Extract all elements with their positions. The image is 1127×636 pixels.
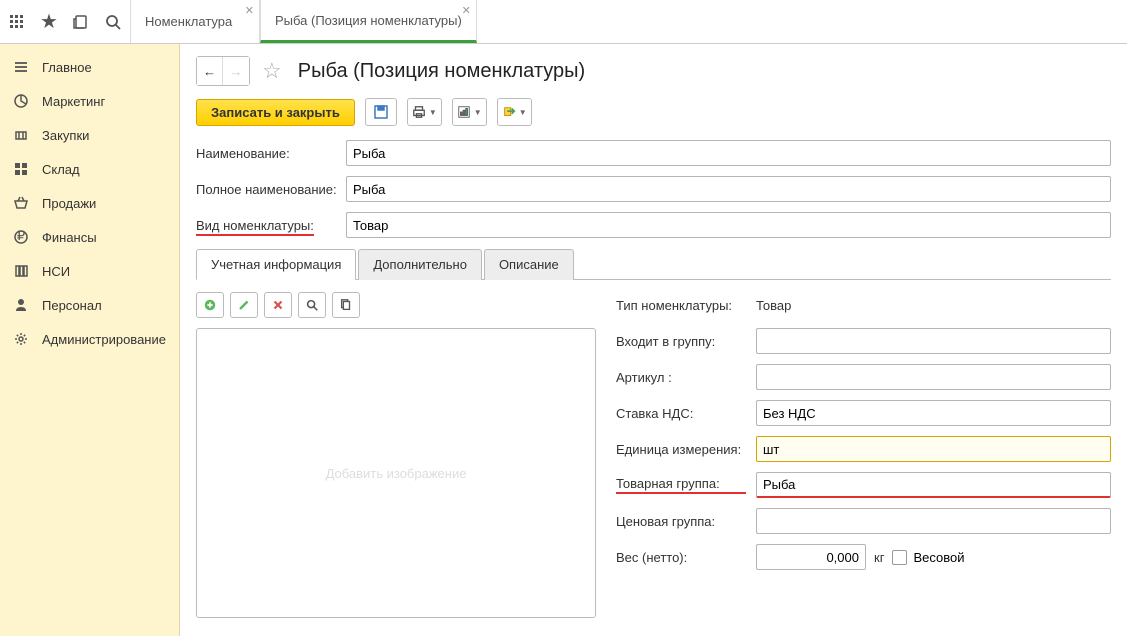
page-title: Рыба (Позиция номенклатуры) bbox=[298, 60, 585, 83]
search-icon[interactable] bbox=[104, 13, 122, 31]
sidebar-item-admin[interactable]: Администрирование bbox=[0, 322, 179, 356]
sidebar-item-label: Продажи bbox=[42, 196, 96, 211]
weight-input[interactable] bbox=[756, 544, 866, 570]
sidebar-item-label: Закупки bbox=[42, 128, 89, 143]
add-image-button[interactable] bbox=[196, 292, 224, 318]
menu-icon bbox=[12, 58, 30, 76]
toolbar: Записать и закрыть ▼ ▼ ▼ bbox=[196, 98, 1111, 126]
print-button[interactable]: ▼ bbox=[407, 98, 442, 126]
tab-label: Рыба (Позиция номенклатуры) bbox=[275, 13, 462, 28]
cart-icon bbox=[12, 126, 30, 144]
more-image-button[interactable] bbox=[332, 292, 360, 318]
dropdown-icon: ▼ bbox=[519, 108, 527, 117]
save-button[interactable] bbox=[365, 98, 397, 126]
sidebar-item-label: Финансы bbox=[42, 230, 97, 245]
image-panel: Добавить изображение bbox=[196, 292, 596, 618]
sidebar-item-label: Маркетинг bbox=[42, 94, 105, 109]
basket-icon bbox=[12, 194, 30, 212]
prodgroup-label: Товарная группа: bbox=[616, 476, 756, 494]
sidebar-item-marketing[interactable]: Маркетинг bbox=[0, 84, 179, 118]
subtabs: Учетная информация Дополнительно Описани… bbox=[196, 248, 1111, 280]
edit-image-button[interactable] bbox=[230, 292, 258, 318]
zoom-image-button[interactable] bbox=[298, 292, 326, 318]
content: ← → ☆ Рыба (Позиция номенклатуры) Записа… bbox=[180, 44, 1127, 636]
type-label: Вид номенклатуры: bbox=[196, 218, 346, 233]
piechart-icon bbox=[12, 92, 30, 110]
sidebar-item-personal[interactable]: Персонал bbox=[0, 288, 179, 322]
unit-input[interactable] bbox=[756, 436, 1111, 462]
svg-text:₽: ₽ bbox=[17, 229, 25, 243]
dropdown-icon: ▼ bbox=[474, 108, 482, 117]
person-icon bbox=[12, 296, 30, 314]
tab-fish[interactable]: Рыба (Позиция номенклатуры) ✕ bbox=[260, 0, 477, 43]
sidebar-item-finance[interactable]: ₽ Финансы bbox=[0, 220, 179, 254]
ruble-icon: ₽ bbox=[12, 228, 30, 246]
group-input[interactable] bbox=[756, 328, 1111, 354]
article-input[interactable] bbox=[756, 364, 1111, 390]
content-header: ← → ☆ Рыба (Позиция номенклатуры) bbox=[196, 56, 1111, 86]
name-input[interactable] bbox=[346, 140, 1111, 166]
top-icons: ★ bbox=[0, 0, 130, 43]
top-bar: ★ Номенклатура ✕ Рыба (Позиция номенклат… bbox=[0, 0, 1127, 44]
weight-label: Вес (нетто): bbox=[616, 550, 756, 565]
subtab-additional[interactable]: Дополнительно bbox=[358, 249, 482, 280]
fullname-label: Полное наименование: bbox=[196, 182, 346, 197]
forward-button[interactable]: → bbox=[223, 57, 249, 85]
gear-icon bbox=[12, 330, 30, 348]
apps-icon[interactable] bbox=[8, 13, 26, 31]
subtab-description[interactable]: Описание bbox=[484, 249, 574, 280]
image-dropzone[interactable]: Добавить изображение bbox=[196, 328, 596, 618]
close-icon[interactable]: ✕ bbox=[462, 4, 471, 17]
sidebar-item-warehouse[interactable]: Склад bbox=[0, 152, 179, 186]
sidebar-item-label: Администрирование bbox=[42, 332, 166, 347]
sidebar-item-label: Персонал bbox=[42, 298, 102, 313]
weight-checkbox[interactable] bbox=[892, 550, 907, 565]
favorite-icon[interactable]: ☆ bbox=[258, 58, 286, 84]
vat-input[interactable] bbox=[756, 400, 1111, 426]
star-icon[interactable]: ★ bbox=[40, 13, 58, 31]
sidebar-item-label: НСИ bbox=[42, 264, 70, 279]
close-icon[interactable]: ✕ bbox=[245, 4, 254, 17]
sidebar: Главное Маркетинг Закупки Склад Продажи … bbox=[0, 44, 180, 636]
group-label: Входит в группу: bbox=[616, 334, 756, 349]
weight-check-label: Весовой bbox=[913, 550, 964, 565]
sidebar-item-label: Склад bbox=[42, 162, 80, 177]
nomen-type-value: Товар bbox=[756, 298, 791, 313]
sidebar-item-nsi[interactable]: НСИ bbox=[0, 254, 179, 288]
sidebar-item-label: Главное bbox=[42, 60, 92, 75]
sidebar-item-sales[interactable]: Продажи bbox=[0, 186, 179, 220]
back-button[interactable]: ← bbox=[197, 57, 223, 85]
pricegroup-input[interactable] bbox=[756, 508, 1111, 534]
article-label: Артикул : bbox=[616, 370, 756, 385]
image-placeholder: Добавить изображение bbox=[326, 466, 467, 481]
save-close-button[interactable]: Записать и закрыть bbox=[196, 99, 355, 126]
delete-image-button[interactable] bbox=[264, 292, 292, 318]
boxes-icon bbox=[12, 160, 30, 178]
tab-nomenclature[interactable]: Номенклатура ✕ bbox=[130, 0, 260, 43]
pricegroup-label: Ценовая группа: bbox=[616, 514, 756, 529]
sidebar-item-main[interactable]: Главное bbox=[0, 50, 179, 84]
unit-label: Единица измерения: bbox=[616, 442, 756, 457]
create-from-button[interactable]: ▼ bbox=[497, 98, 532, 126]
subtab-accounting[interactable]: Учетная информация bbox=[196, 249, 356, 280]
history-icon[interactable] bbox=[72, 13, 90, 31]
vat-label: Ставка НДС: bbox=[616, 406, 756, 421]
report-button[interactable]: ▼ bbox=[452, 98, 487, 126]
prodgroup-input[interactable] bbox=[756, 472, 1111, 498]
books-icon bbox=[12, 262, 30, 280]
type-input[interactable] bbox=[346, 212, 1111, 238]
nomen-type-label: Тип номенклатуры: bbox=[616, 298, 756, 313]
name-label: Наименование: bbox=[196, 146, 346, 161]
fullname-input[interactable] bbox=[346, 176, 1111, 202]
properties-panel: Тип номенклатуры: Товар Входит в группу:… bbox=[616, 292, 1111, 618]
dropdown-icon: ▼ bbox=[429, 108, 437, 117]
tab-label: Номенклатура bbox=[145, 14, 232, 29]
weight-unit: кг bbox=[874, 550, 884, 565]
sidebar-item-purchases[interactable]: Закупки bbox=[0, 118, 179, 152]
